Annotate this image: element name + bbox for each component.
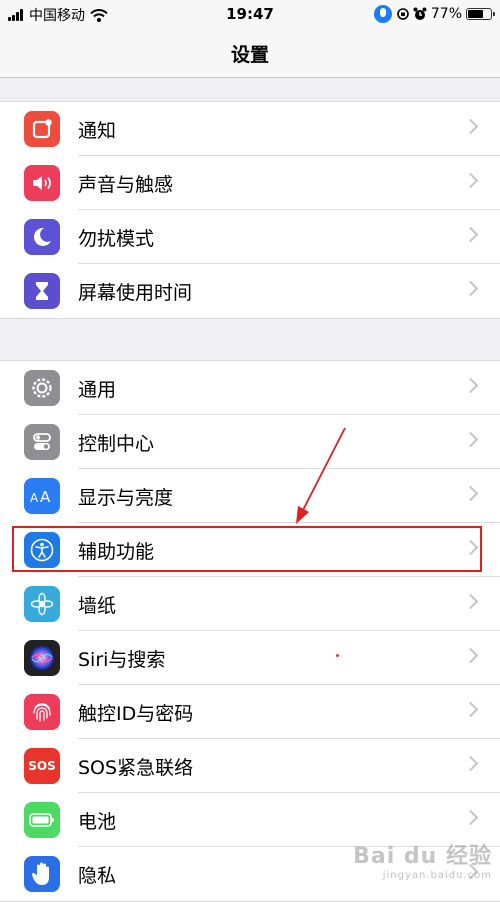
settings-row-label: 显示与亮度 (78, 487, 174, 509)
chevron-right-icon (462, 377, 479, 394)
chevron-right-icon (462, 431, 479, 448)
microphone-icon (373, 5, 392, 23)
watermark: Bai du 经验 jingyan.baidu.com (353, 838, 492, 881)
battery-icon (466, 8, 495, 20)
highlight-box (12, 526, 482, 572)
settings-row-sounds[interactable]: 声音与触感 (0, 156, 500, 210)
settings-row-label: 通用 (78, 379, 117, 401)
chevron-right-icon (462, 172, 479, 189)
sos-icon-text: SOS (28, 759, 56, 773)
battery-percent: 77% (430, 6, 462, 22)
settings-group-2: 通用 控制中心 AA 显示与亮度 辅助功能 墙纸 Siri与搜索 触控ID与密码… (0, 360, 500, 902)
settings-row-general[interactable]: 通用 (0, 361, 500, 415)
siri-icon (24, 640, 60, 676)
settings-row-label: 墙纸 (78, 595, 117, 617)
settings-group-1: 通知 声音与触感 勿扰模式 屏幕使用时间 (0, 101, 500, 319)
notification-icon (24, 111, 60, 147)
settings-row-label: 触控ID与密码 (78, 703, 194, 725)
text-size-icon: AA (24, 478, 60, 514)
page-title: 设置 (230, 44, 269, 66)
svg-text:A: A (30, 491, 39, 505)
chevron-right-icon (462, 280, 479, 297)
chevron-right-icon (462, 809, 479, 826)
settings-row-label: 隐私 (78, 865, 117, 887)
settings-row-label: 控制中心 (78, 433, 155, 455)
rotation-lock-icon (397, 8, 409, 20)
sos-icon: SOS (24, 748, 60, 784)
settings-row-label: 通知 (78, 120, 117, 142)
settings-row-sos[interactable]: SOS SOS紧急联络 (0, 739, 500, 793)
chevron-right-icon (462, 701, 479, 718)
settings-row-do-not-disturb[interactable]: 勿扰模式 (0, 210, 500, 264)
red-dot-mark (336, 654, 339, 657)
battery-icon (24, 802, 60, 838)
settings-row-control-center[interactable]: 控制中心 (0, 415, 500, 469)
settings-row-label: SOS紧急联络 (78, 757, 194, 779)
moon-icon (24, 219, 60, 255)
speaker-icon (24, 165, 60, 201)
chevron-right-icon (462, 647, 479, 664)
settings-row-siri[interactable]: Siri与搜索 (0, 631, 500, 685)
settings-row-wallpaper[interactable]: 墙纸 (0, 577, 500, 631)
settings-row-label: Siri与搜索 (78, 649, 166, 671)
settings-row-notifications[interactable]: 通知 (0, 102, 500, 156)
battery-level-fill (468, 10, 484, 18)
hand-icon (24, 856, 60, 892)
toggles-icon (24, 424, 60, 460)
settings-row-touch-id[interactable]: 触控ID与密码 (0, 685, 500, 739)
chevron-right-icon (462, 485, 479, 502)
alarm-icon (413, 7, 427, 20)
chevron-right-icon (462, 755, 479, 772)
watermark-sub: jingyan.baidu.com (382, 870, 492, 881)
flower-icon (24, 586, 60, 622)
fingerprint-icon (24, 694, 60, 730)
navigation-bar: 设置 (0, 28, 500, 78)
settings-row-label: 屏幕使用时间 (78, 282, 193, 304)
settings-row-screen-time[interactable]: 屏幕使用时间 (0, 264, 500, 318)
chevron-right-icon (462, 593, 479, 610)
status-bar: 中国移动 19:47 77% (0, 0, 500, 28)
settings-row-label: 勿扰模式 (78, 228, 155, 250)
settings-row-display[interactable]: AA 显示与亮度 (0, 469, 500, 523)
svg-text:A: A (40, 488, 51, 506)
settings-row-label: 电池 (78, 811, 117, 833)
gear-icon (24, 370, 60, 406)
chevron-right-icon (462, 118, 479, 135)
chevron-right-icon (462, 226, 479, 243)
status-right: 77% (373, 5, 495, 23)
settings-row-label: 声音与触感 (78, 174, 174, 196)
hourglass-icon (24, 273, 60, 309)
watermark-text: Bai du 经验 (353, 844, 492, 869)
